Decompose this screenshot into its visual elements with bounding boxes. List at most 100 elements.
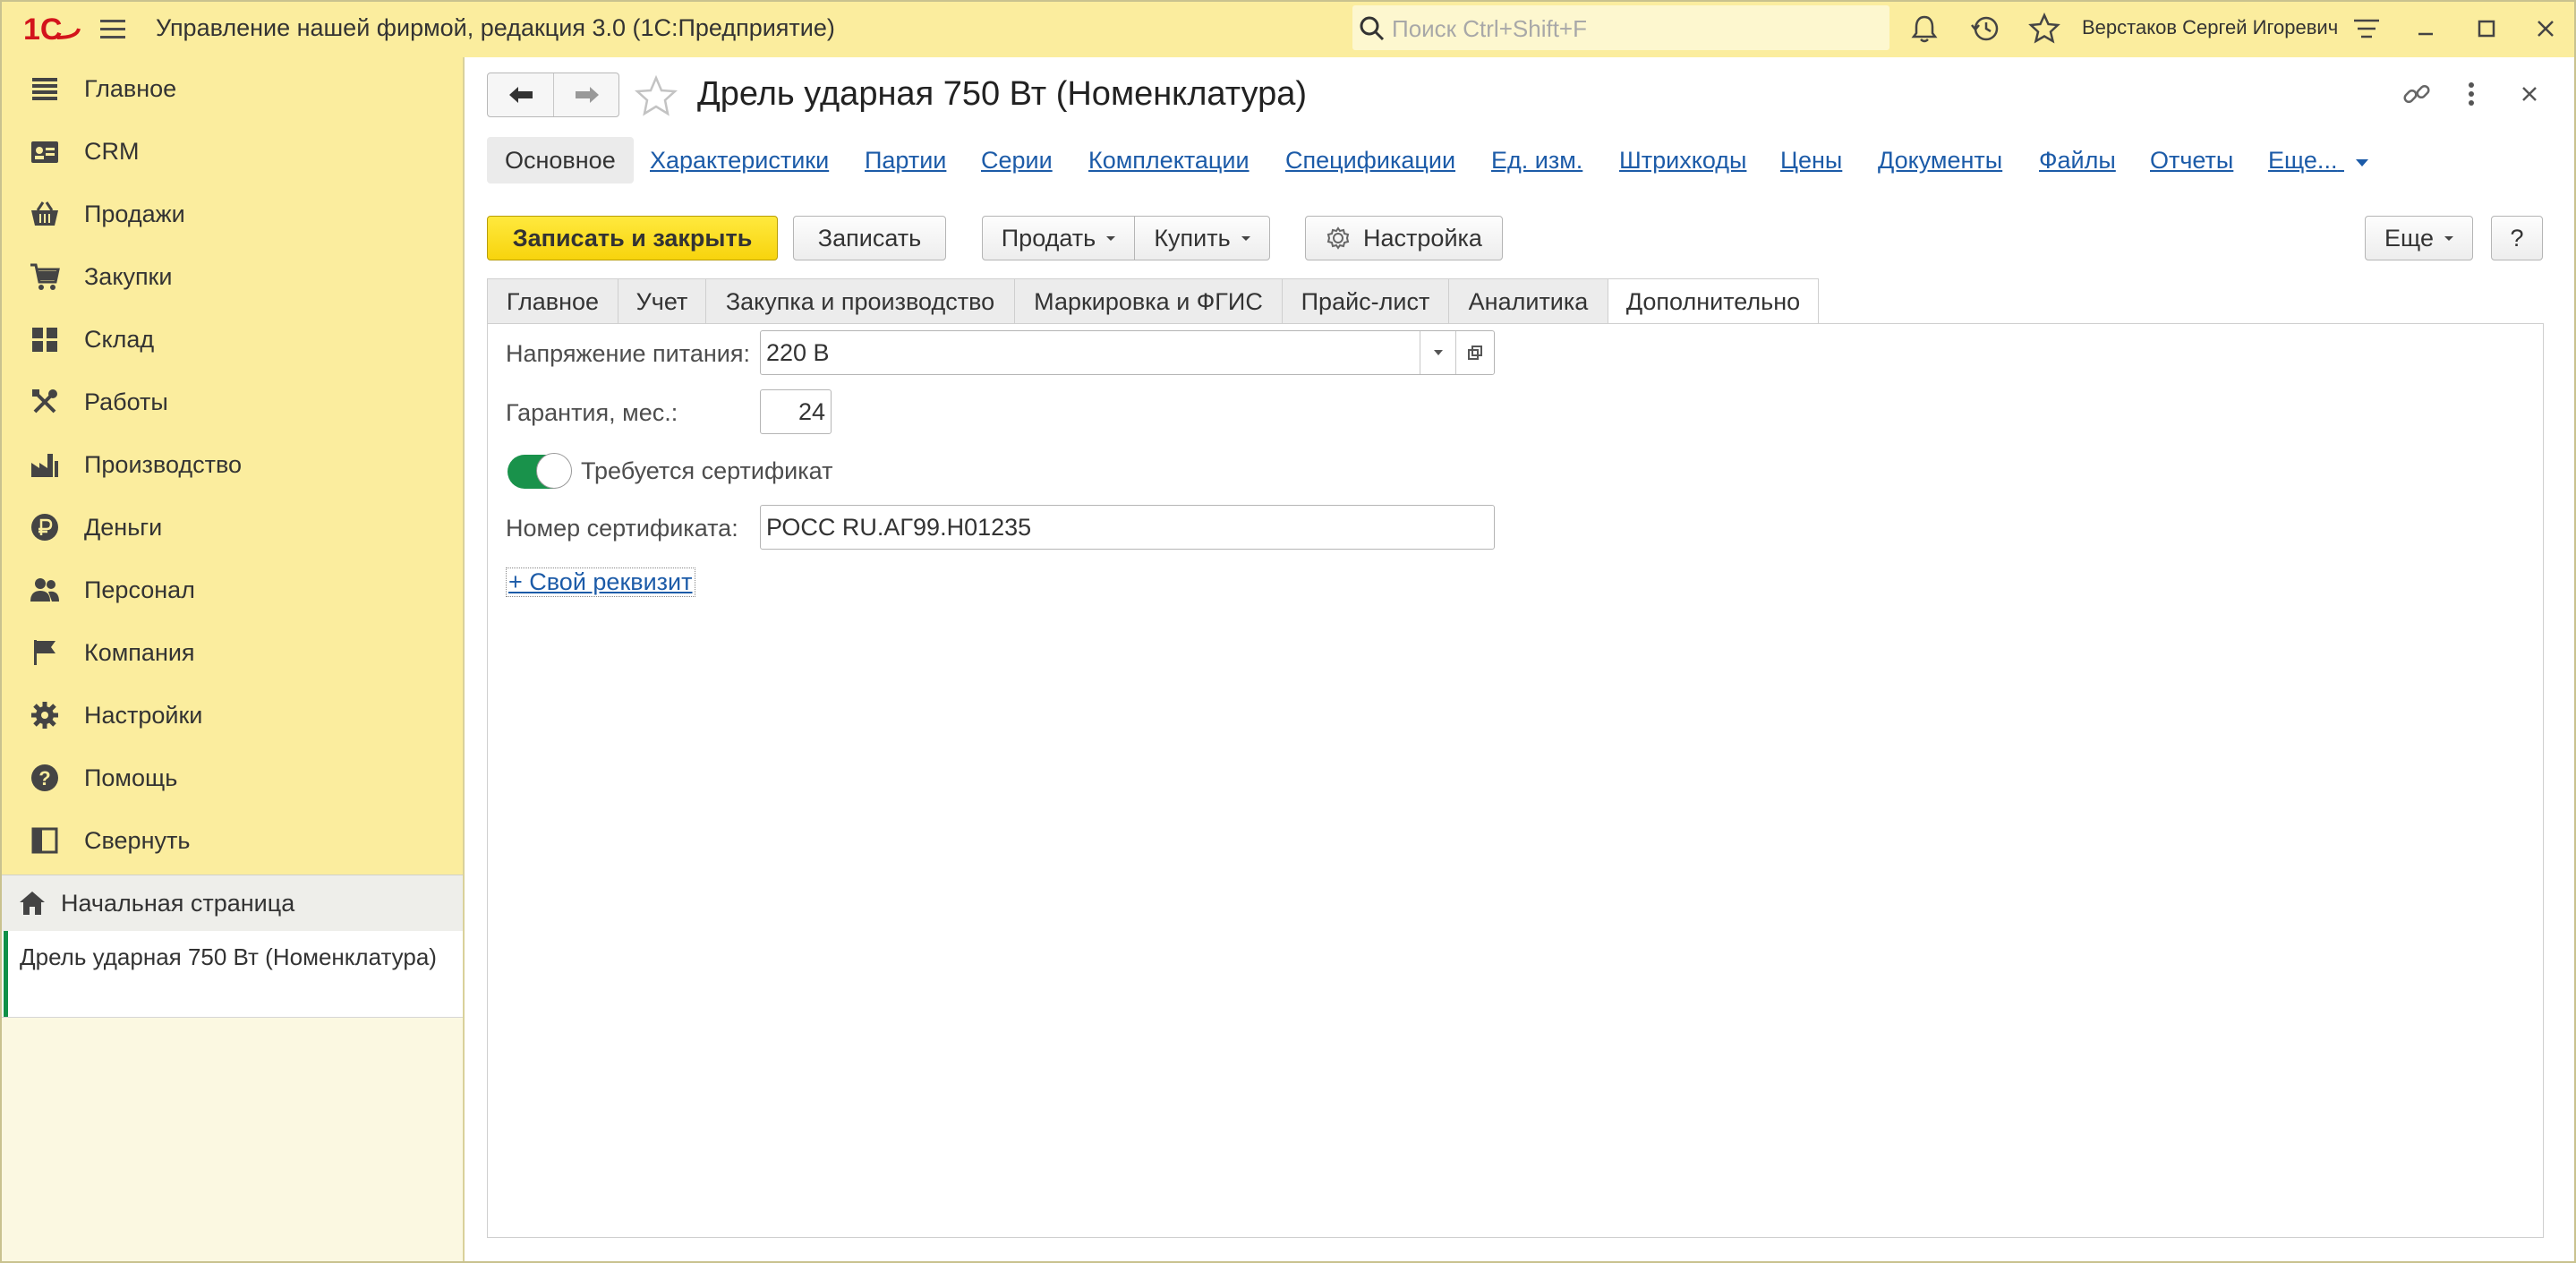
sidebar-item-label: Производство bbox=[84, 451, 243, 478]
sidebar-item-help[interactable]: ? Помощь bbox=[0, 747, 463, 809]
tab-purchase-production[interactable]: Закупка и производство bbox=[705, 278, 1015, 323]
help-button[interactable]: ? bbox=[2491, 216, 2543, 260]
user-name[interactable]: Верстаков Сергей Игоревич bbox=[2082, 16, 2338, 39]
tab-additional[interactable]: Дополнительно bbox=[1608, 278, 1819, 325]
title-bar: 1С Управление нашей фирмой, редакция 3.0… bbox=[0, 0, 2576, 57]
warranty-field[interactable]: 24 bbox=[760, 389, 832, 434]
arrow-right-icon bbox=[575, 87, 599, 103]
home-icon bbox=[20, 892, 45, 915]
warranty-label: Гарантия, мес.: bbox=[506, 399, 678, 426]
tab-accounting[interactable]: Учет bbox=[618, 278, 706, 323]
sections-sidebar: Главное CRM Продажи Закупки Склад Работы… bbox=[0, 57, 465, 1263]
tab-price-list[interactable]: Прайс-лист bbox=[1282, 278, 1449, 323]
link-icon[interactable] bbox=[2401, 79, 2432, 109]
tab-marking[interactable]: Маркировка и ФГИС bbox=[1014, 278, 1283, 323]
voltage-open-button[interactable] bbox=[1456, 331, 1494, 374]
sidebar-item-works[interactable]: Работы bbox=[0, 371, 463, 433]
grid-icon bbox=[32, 328, 57, 352]
section-series[interactable]: Серии bbox=[981, 137, 1053, 183]
tab-main[interactable]: Главное bbox=[487, 278, 618, 323]
close-form-icon[interactable] bbox=[2516, 81, 2543, 107]
toggle-knob bbox=[536, 453, 572, 489]
certificate-required-toggle[interactable] bbox=[508, 453, 572, 489]
app-logo[interactable]: 1С bbox=[23, 11, 81, 47]
sidebar-item-company[interactable]: Компания bbox=[0, 621, 463, 684]
buy-button[interactable]: Купить bbox=[1134, 216, 1270, 260]
more-actions-icon[interactable] bbox=[2462, 79, 2480, 109]
sidebar-item-settings[interactable]: Настройки bbox=[0, 684, 463, 747]
basket-icon bbox=[31, 201, 58, 226]
section-units[interactable]: Ед. изм. bbox=[1491, 137, 1582, 183]
ruble-icon bbox=[31, 514, 58, 541]
sell-button-label: Продать bbox=[1001, 224, 1096, 252]
cert-number-label: Номер сертификата: bbox=[506, 515, 738, 542]
voltage-label: Напряжение питания: bbox=[506, 340, 750, 367]
svg-text:?: ? bbox=[38, 767, 50, 789]
flag-icon bbox=[34, 640, 55, 665]
section-reports[interactable]: Отчеты bbox=[2150, 137, 2233, 183]
back-button[interactable] bbox=[488, 73, 553, 116]
dropdown-caret-icon bbox=[2444, 235, 2453, 241]
buy-button-label: Купить bbox=[1154, 224, 1231, 252]
sidebar-item-label: CRM bbox=[84, 138, 140, 165]
forward-button[interactable] bbox=[554, 73, 619, 116]
additional-tab-panel: Напряжение питания: 220 В Гарантия, мес.… bbox=[487, 323, 2544, 1238]
settings-button[interactable]: Настройка bbox=[1305, 216, 1503, 260]
voltage-dropdown-button[interactable] bbox=[1420, 331, 1456, 374]
settings-button-label: Настройка bbox=[1363, 224, 1482, 252]
sidebar-item-main[interactable]: Главное bbox=[0, 57, 463, 120]
sidebar-item-label: Компания bbox=[84, 639, 195, 666]
warranty-value: 24 bbox=[798, 398, 825, 425]
section-main[interactable]: Основное bbox=[487, 137, 634, 183]
section-kits[interactable]: Комплектации bbox=[1088, 137, 1250, 183]
bell-icon[interactable] bbox=[1908, 13, 1941, 45]
section-characteristics[interactable]: Характеристики bbox=[650, 137, 829, 183]
sidebar-item-sales[interactable]: Продажи bbox=[0, 183, 463, 245]
sidebar-item-purchases[interactable]: Закупки bbox=[0, 245, 463, 308]
open-window-item[interactable]: Дрель ударная 750 Вт (Номенклатура) bbox=[0, 931, 463, 1018]
home-page-link[interactable]: Начальная страница bbox=[0, 875, 463, 931]
main-menu-icon[interactable] bbox=[97, 14, 129, 43]
add-custom-attribute-link[interactable]: + Свой реквизит bbox=[506, 567, 695, 597]
active-window-marker bbox=[4, 931, 8, 1017]
sell-button[interactable]: Продать bbox=[982, 216, 1135, 260]
settings-menu-icon[interactable] bbox=[2350, 13, 2383, 45]
section-batches[interactable]: Партии bbox=[865, 137, 946, 183]
search-input[interactable]: Поиск Ctrl+Shift+F bbox=[1352, 5, 1889, 50]
chevron-down-icon bbox=[1434, 350, 1443, 355]
chevron-down-icon bbox=[2355, 159, 2368, 166]
voltage-field[interactable]: 220 В bbox=[760, 330, 1495, 375]
history-icon[interactable] bbox=[1969, 13, 2001, 45]
save-button[interactable]: Записать bbox=[793, 216, 946, 260]
close-window-icon[interactable] bbox=[2529, 13, 2562, 45]
more-button[interactable]: Еще bbox=[2365, 216, 2473, 260]
certificate-toggle-label: Требуется сертификат bbox=[581, 457, 833, 484]
section-prices[interactable]: Цены bbox=[1780, 137, 1842, 183]
cert-number-field[interactable]: РОСС RU.АГ99.Н01235 bbox=[760, 505, 1495, 550]
maximize-icon[interactable] bbox=[2470, 13, 2503, 45]
cart-icon bbox=[30, 263, 60, 290]
tab-analytics[interactable]: Аналитика bbox=[1448, 278, 1608, 323]
open-window-label: Дрель ударная 750 Вт (Номенклатура) bbox=[20, 943, 437, 970]
question-icon: ? bbox=[31, 764, 58, 791]
sidebar-item-crm[interactable]: CRM bbox=[0, 120, 463, 183]
sidebar-item-label: Деньги bbox=[84, 514, 163, 541]
search-placeholder: Поиск Ctrl+Shift+F bbox=[1392, 15, 1587, 42]
sidebar-item-collapse[interactable]: Свернуть bbox=[0, 809, 463, 872]
section-specifications[interactable]: Спецификации bbox=[1285, 137, 1455, 183]
sidebar-item-money[interactable]: Деньги bbox=[0, 496, 463, 559]
home-page-label: Начальная страница bbox=[61, 890, 295, 917]
people-icon bbox=[30, 578, 59, 602]
favorites-star-icon[interactable] bbox=[2028, 13, 2060, 45]
favorite-star-icon[interactable] bbox=[635, 75, 678, 116]
sidebar-item-production[interactable]: Производство bbox=[0, 433, 463, 496]
minimize-icon[interactable] bbox=[2410, 13, 2442, 45]
section-documents[interactable]: Документы bbox=[1878, 137, 2002, 183]
section-files[interactable]: Файлы bbox=[2039, 137, 2116, 183]
save-and-close-button[interactable]: Записать и закрыть bbox=[487, 216, 778, 260]
section-barcodes[interactable]: Штрихкоды bbox=[1619, 137, 1746, 183]
sidebar-item-warehouse[interactable]: Склад bbox=[0, 308, 463, 371]
sidebar-item-staff[interactable]: Персонал bbox=[0, 559, 463, 621]
section-more[interactable]: Еще... bbox=[2268, 137, 2371, 183]
sidebar-item-label: Закупки bbox=[84, 263, 173, 290]
